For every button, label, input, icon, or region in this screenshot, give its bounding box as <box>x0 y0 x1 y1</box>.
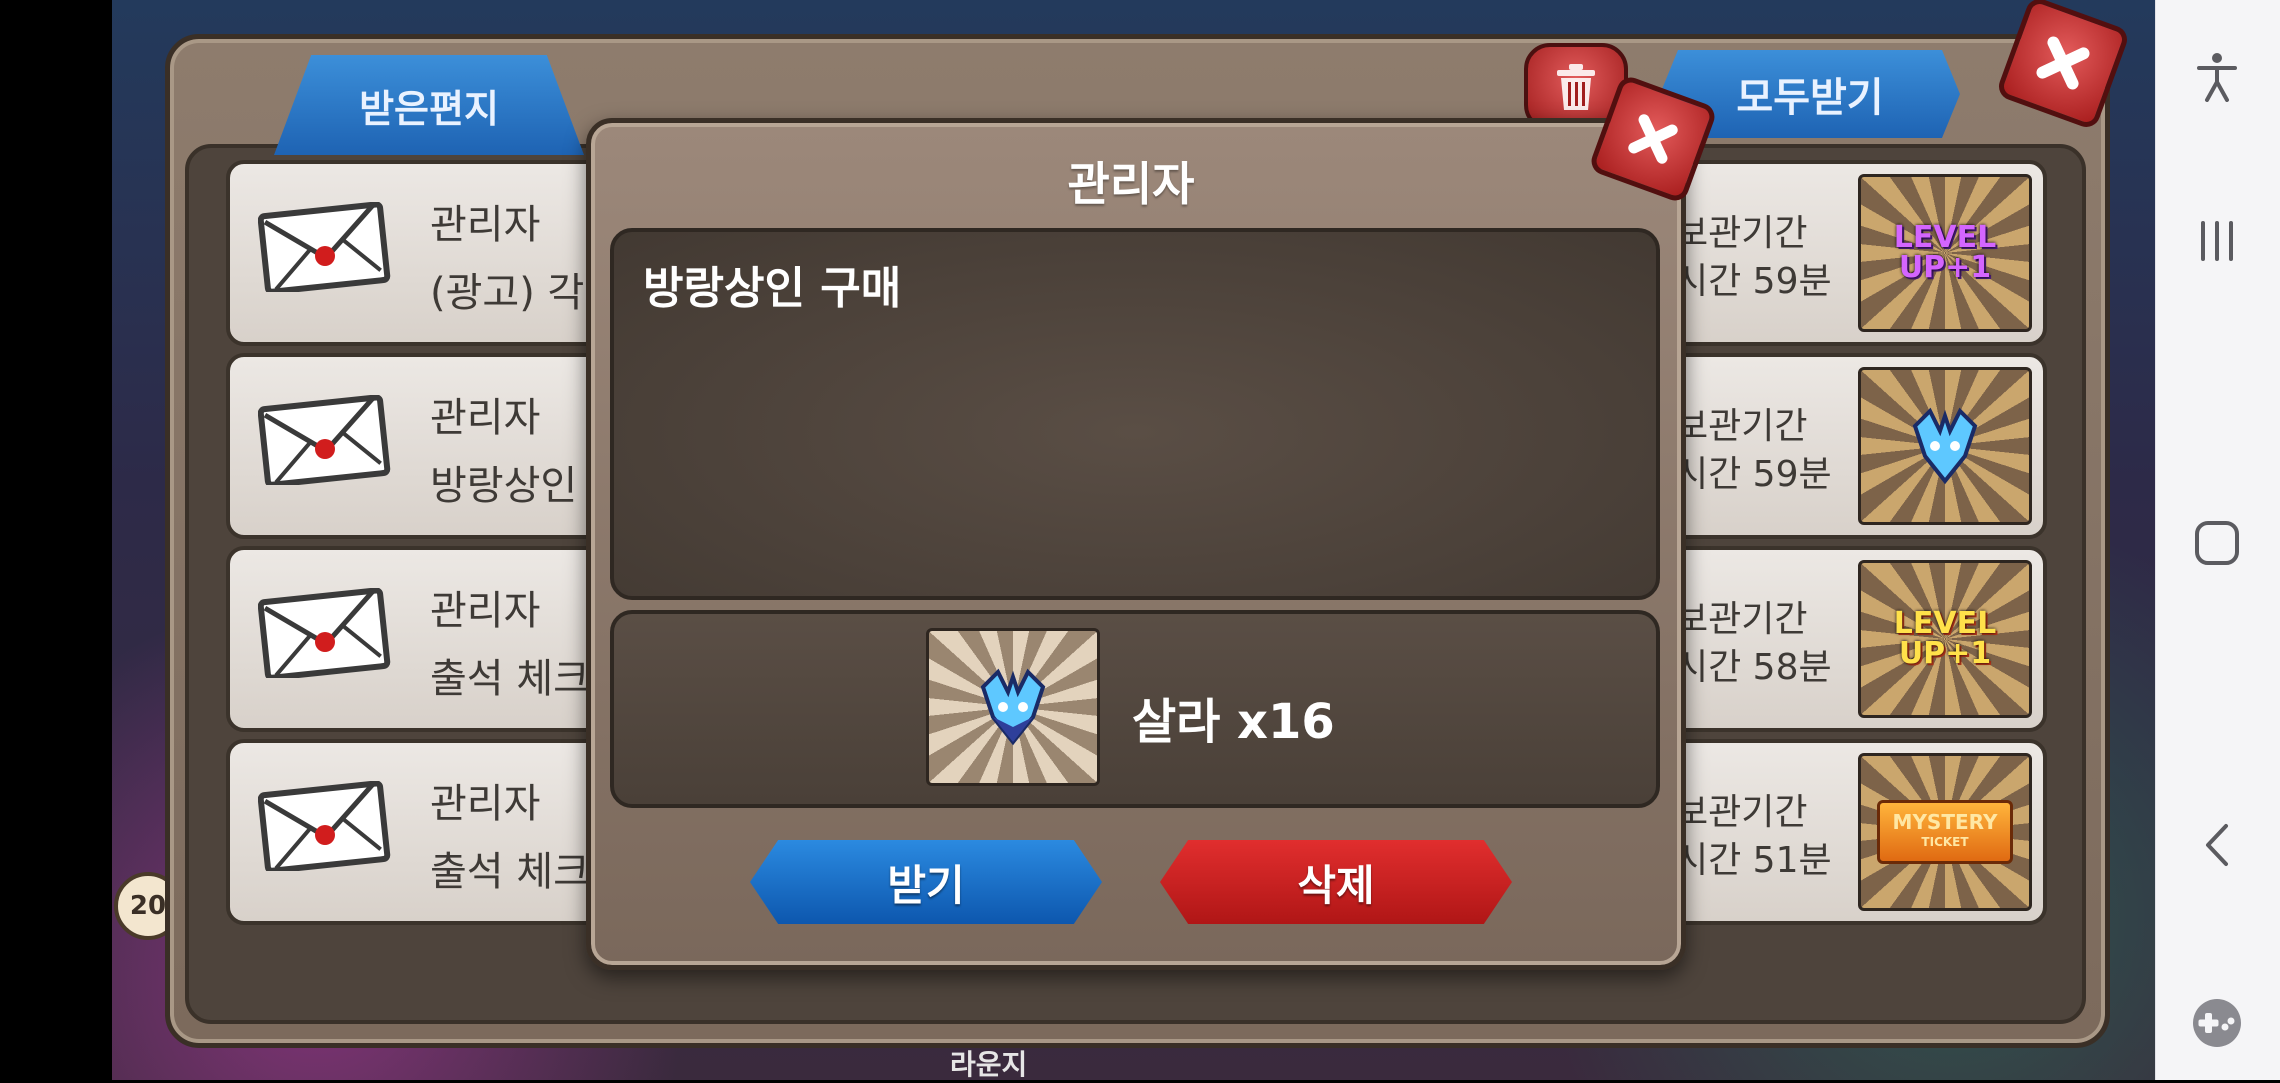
back-icon <box>2206 824 2228 866</box>
game-tools-button[interactable] <box>2186 992 2248 1054</box>
recent-apps-icon <box>2201 221 2233 261</box>
sala-item-icon <box>926 628 1100 786</box>
close-icon <box>1628 114 1678 164</box>
delete-button[interactable]: 삭제 <box>1160 840 1512 924</box>
game-tools-icon <box>2193 999 2241 1047</box>
accessibility-icon <box>2197 53 2237 102</box>
recent-apps-button[interactable] <box>2186 210 2248 272</box>
back-button[interactable] <box>2186 814 2248 876</box>
reward-label: 살라 x16 <box>1132 694 1335 750</box>
modal-message-text: 방랑상인 구매 <box>643 263 902 314</box>
home-button[interactable] <box>2186 512 2248 574</box>
home-icon <box>2195 521 2239 565</box>
modal-title: 관리자 <box>1067 157 1195 211</box>
accessibility-button[interactable] <box>2186 46 2248 108</box>
receive-button[interactable]: 받기 <box>750 840 1102 924</box>
